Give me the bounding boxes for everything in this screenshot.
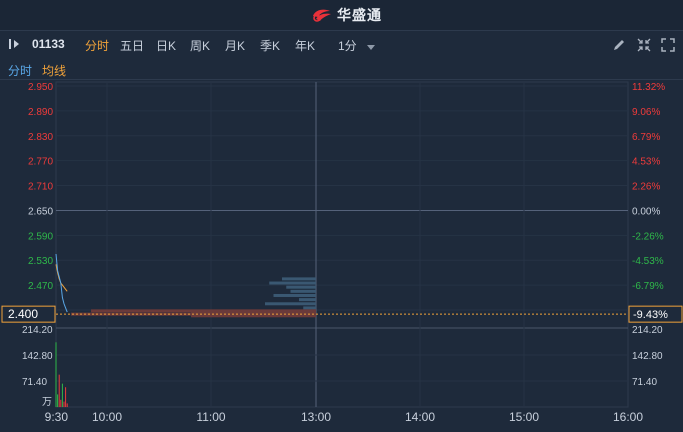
tab-yearly-k[interactable]: 年K — [295, 37, 315, 54]
price-tick-label: 2.710 — [28, 182, 53, 193]
pct-tick-label: 0.00% — [632, 206, 660, 217]
volume-profile-bar — [290, 289, 316, 293]
time-axis-label: 13:00 — [301, 410, 331, 424]
pct-tick-label: -2.26% — [632, 231, 664, 242]
volume-profile-bar — [303, 306, 316, 310]
volume-tick-label: 214.20 — [22, 325, 53, 336]
expand-icon[interactable] — [661, 38, 675, 52]
volume-tick-label: 71.40 — [22, 377, 47, 388]
pct-tick-label: 4.53% — [632, 157, 660, 168]
volume-tick-label-right: 214.20 — [632, 325, 663, 336]
price-tick-label: 2.950 — [28, 82, 53, 93]
tab-five-day[interactable]: 五日 — [120, 37, 144, 54]
price-tick-label: 2.770 — [28, 157, 53, 168]
current-pct-label: -9.43% — [633, 309, 668, 321]
shrink-icon[interactable] — [637, 38, 651, 52]
time-axis-label: 15:00 — [509, 410, 539, 424]
pct-tick-label: 2.26% — [632, 182, 660, 193]
volume-profile-bar — [191, 314, 316, 318]
price-tick-label: 2.590 — [28, 231, 53, 242]
volume-profile-bar — [273, 293, 316, 297]
volume-tick-label-right: 142.80 — [632, 351, 663, 362]
price-tick-label: 2.890 — [28, 107, 53, 118]
volume-unit-label: 万 — [42, 397, 52, 408]
tab-weekly-k[interactable]: 周K — [190, 37, 210, 54]
pct-tick-label: -4.53% — [632, 256, 664, 267]
indicator-average[interactable]: 均线 — [42, 62, 66, 79]
collapse-panel-icon[interactable] — [8, 37, 22, 51]
pct-tick-label: 9.06% — [632, 107, 660, 118]
volume-bar — [66, 403, 68, 407]
volume-bar — [61, 383, 63, 407]
volume-bar — [60, 399, 62, 407]
brand-name: 华盛通 — [337, 7, 382, 23]
price-tick-label: 2.530 — [28, 256, 53, 267]
price-tick-label: 2.470 — [28, 281, 53, 292]
time-axis-label: 9:30 — [45, 410, 69, 424]
price-tick-label: 2.650 — [28, 206, 53, 217]
indicator-intraday[interactable]: 分时 — [8, 62, 32, 79]
brand: 华盛通 — [311, 6, 382, 24]
volume-tick-label: 142.80 — [22, 351, 53, 362]
pct-tick-label: 11.32% — [632, 82, 665, 93]
time-axis-label: 14:00 — [405, 410, 435, 424]
indicator-tabs: 分时 均线 — [0, 59, 683, 80]
price-tick-label: 2.830 — [28, 132, 53, 143]
volume-bar — [63, 401, 65, 407]
volume-profile-bar — [269, 281, 316, 285]
current-price-label: 2.400 — [8, 307, 38, 321]
time-axis-label: 10:00 — [92, 410, 122, 424]
chart-canvas: 2.950 11.32% 2.890 9.06% 2.830 6.79% 2.770 4.53… — [1, 81, 683, 424]
time-axis-label: 16:00 — [613, 410, 643, 424]
pct-tick-label: -6.79% — [632, 281, 664, 292]
chart-toolbar: 01133 分时 五日 日K 周K 月K 季K 年K 1分 — [0, 31, 683, 60]
volume-tick-label-right: 71.40 — [632, 377, 657, 388]
volume-profile-bar — [286, 285, 316, 289]
volume-profile-bar — [299, 298, 316, 302]
volume-bar — [57, 394, 59, 407]
interval-select[interactable]: 1分 — [338, 37, 376, 54]
intraday-chart[interactable]: 2.950 11.32% 2.890 9.06% 2.830 6.79% 2.770 4.53… — [0, 80, 683, 427]
tab-daily-k[interactable]: 日K — [156, 37, 176, 54]
app-header: 华盛通 — [0, 0, 683, 31]
volume-profile-bar — [282, 277, 316, 281]
pencil-icon[interactable] — [612, 38, 626, 52]
wing-logo-icon — [313, 9, 331, 22]
chart-frame — [55, 81, 629, 408]
time-axis-label: 11:00 — [196, 410, 225, 424]
tab-quarterly-k[interactable]: 季K — [260, 37, 280, 54]
interval-value: 1分 — [338, 39, 357, 53]
stock-code: 01133 — [32, 37, 65, 51]
volume-bar — [65, 387, 67, 407]
pct-tick-label: 6.79% — [632, 132, 660, 143]
tab-intraday[interactable]: 分时 — [85, 37, 109, 54]
caret-down-icon — [367, 44, 376, 50]
tab-monthly-k[interactable]: 月K — [225, 37, 245, 54]
volume-bar — [55, 342, 57, 407]
price-line — [55, 253, 68, 313]
volume-profile-bar — [265, 302, 316, 306]
volume-bar — [58, 374, 60, 407]
